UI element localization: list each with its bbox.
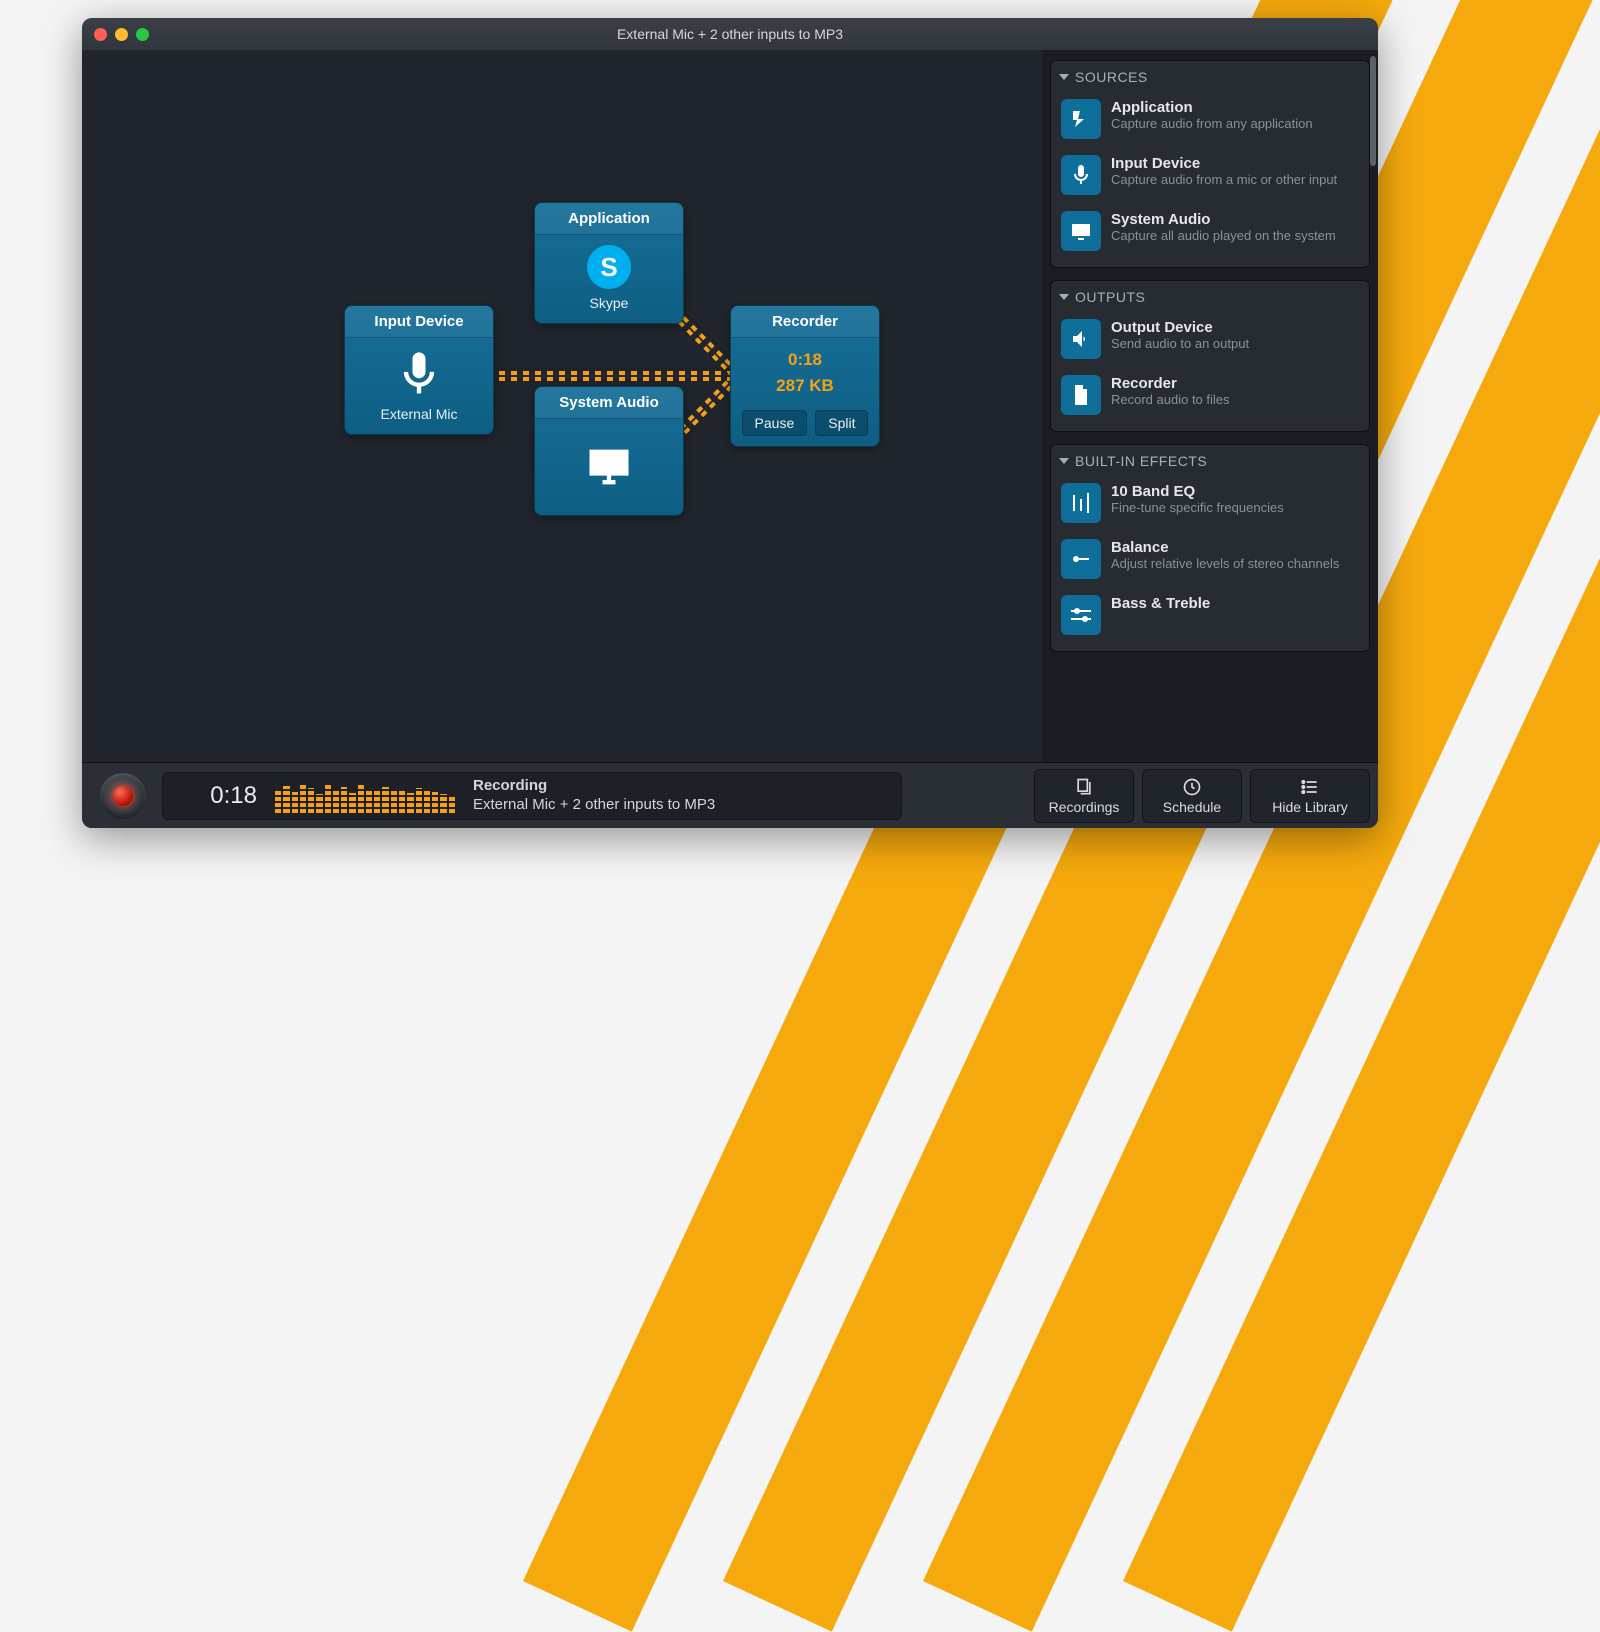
microphone-icon	[1061, 155, 1101, 195]
chevron-down-icon	[1059, 294, 1069, 300]
status-card: 0:18 Recording External Mic + 2 other in…	[162, 772, 902, 820]
node-label: External Mic	[380, 406, 457, 422]
pause-button[interactable]: Pause	[742, 410, 808, 436]
app-window: External Mic + 2 other inputs to MP3 Inp…	[82, 18, 1378, 828]
display-icon	[1061, 211, 1101, 251]
level-meter	[275, 779, 455, 813]
microphone-icon	[393, 348, 445, 400]
section-heading-label: SOURCES	[1075, 69, 1148, 85]
recorder-size: 287 KB	[739, 376, 871, 396]
speaker-icon	[1061, 319, 1101, 359]
node-application[interactable]: Application S Skype	[534, 202, 684, 324]
section-outputs: OUTPUTS Output Device Send audio to an o…	[1050, 280, 1370, 432]
node-title: Application	[535, 203, 683, 235]
section-effects: BUILT-IN EFFECTS 10 Band EQ Fine-tune sp…	[1050, 444, 1370, 652]
status-time: 0:18	[177, 782, 257, 810]
split-button[interactable]: Split	[815, 410, 868, 436]
record-button[interactable]	[100, 773, 146, 819]
item-title: Output Device	[1111, 319, 1249, 336]
item-desc: Fine-tune specific frequencies	[1111, 500, 1284, 516]
record-indicator-icon	[113, 786, 133, 806]
effect-bass-treble[interactable]: Bass & Treble	[1059, 587, 1361, 643]
chevron-down-icon	[1059, 458, 1069, 464]
effect-balance[interactable]: Balance Adjust relative levels of stereo…	[1059, 531, 1361, 587]
section-header[interactable]: BUILT-IN EFFECTS	[1059, 453, 1361, 469]
item-title: System Audio	[1111, 211, 1336, 228]
node-system-audio[interactable]: System Audio	[534, 386, 684, 516]
recordings-button[interactable]: Recordings	[1034, 769, 1134, 823]
source-system-audio[interactable]: System Audio Capture all audio played on…	[1059, 203, 1361, 259]
skype-icon: S	[587, 245, 631, 289]
button-label: Schedule	[1163, 799, 1221, 815]
source-application[interactable]: Application Capture audio from any appli…	[1059, 91, 1361, 147]
output-recorder[interactable]: Recorder Record audio to files	[1059, 367, 1361, 423]
source-input-device[interactable]: Input Device Capture audio from a mic or…	[1059, 147, 1361, 203]
file-icon	[1061, 375, 1101, 415]
item-desc: Capture audio from a mic or other input	[1111, 172, 1337, 188]
section-heading-label: BUILT-IN EFFECTS	[1075, 453, 1207, 469]
section-sources: SOURCES Application Capture audio from a…	[1050, 60, 1370, 268]
clock-icon	[1182, 777, 1202, 797]
button-label: Hide Library	[1272, 799, 1347, 815]
item-title: Recorder	[1111, 375, 1230, 392]
item-desc: Adjust relative levels of stereo channel…	[1111, 556, 1339, 572]
connector	[487, 368, 737, 382]
hide-library-button[interactable]: Hide Library	[1250, 769, 1370, 823]
node-title: Input Device	[345, 306, 493, 338]
display-icon	[583, 441, 635, 493]
section-header[interactable]: SOURCES	[1059, 69, 1361, 85]
connector	[677, 314, 738, 375]
status-title: Recording	[473, 777, 715, 796]
item-desc: Capture audio from any application	[1111, 116, 1313, 132]
item-desc: Capture all audio played on the system	[1111, 228, 1336, 244]
equalizer-icon	[1061, 483, 1101, 523]
item-title: Balance	[1111, 539, 1339, 556]
recordings-icon	[1074, 777, 1094, 797]
item-title: Input Device	[1111, 155, 1337, 172]
titlebar[interactable]: External Mic + 2 other inputs to MP3	[82, 18, 1378, 50]
item-title: 10 Band EQ	[1111, 483, 1284, 500]
list-icon	[1300, 777, 1320, 797]
output-device[interactable]: Output Device Send audio to an output	[1059, 311, 1361, 367]
node-recorder[interactable]: Recorder 0:18 287 KB Pause Split	[730, 305, 880, 447]
node-input-device[interactable]: Input Device External Mic	[344, 305, 494, 435]
audio-graph-canvas[interactable]: Input Device External Mic Application S …	[82, 50, 1042, 762]
schedule-button[interactable]: Schedule	[1142, 769, 1242, 823]
node-label: Skype	[590, 295, 629, 311]
section-header[interactable]: OUTPUTS	[1059, 289, 1361, 305]
item-desc: Record audio to files	[1111, 392, 1230, 408]
recorder-time: 0:18	[739, 350, 871, 370]
connector	[677, 374, 738, 435]
item-desc: Send audio to an output	[1111, 336, 1249, 352]
section-heading-label: OUTPUTS	[1075, 289, 1145, 305]
button-label: Recordings	[1049, 799, 1120, 815]
item-title: Application	[1111, 99, 1313, 116]
scrollbar-thumb[interactable]	[1370, 56, 1376, 166]
status-detail: External Mic + 2 other inputs to MP3	[473, 796, 715, 815]
application-icon	[1061, 99, 1101, 139]
window-title: External Mic + 2 other inputs to MP3	[82, 26, 1378, 42]
library-sidebar: SOURCES Application Capture audio from a…	[1042, 50, 1378, 762]
node-title: System Audio	[535, 387, 683, 419]
footer-bar: 0:18 Recording External Mic + 2 other in…	[82, 762, 1378, 828]
balance-icon	[1061, 539, 1101, 579]
effect-10band-eq[interactable]: 10 Band EQ Fine-tune specific frequencie…	[1059, 475, 1361, 531]
chevron-down-icon	[1059, 74, 1069, 80]
node-title: Recorder	[731, 306, 879, 338]
sliders-icon	[1061, 595, 1101, 635]
item-title: Bass & Treble	[1111, 595, 1210, 612]
